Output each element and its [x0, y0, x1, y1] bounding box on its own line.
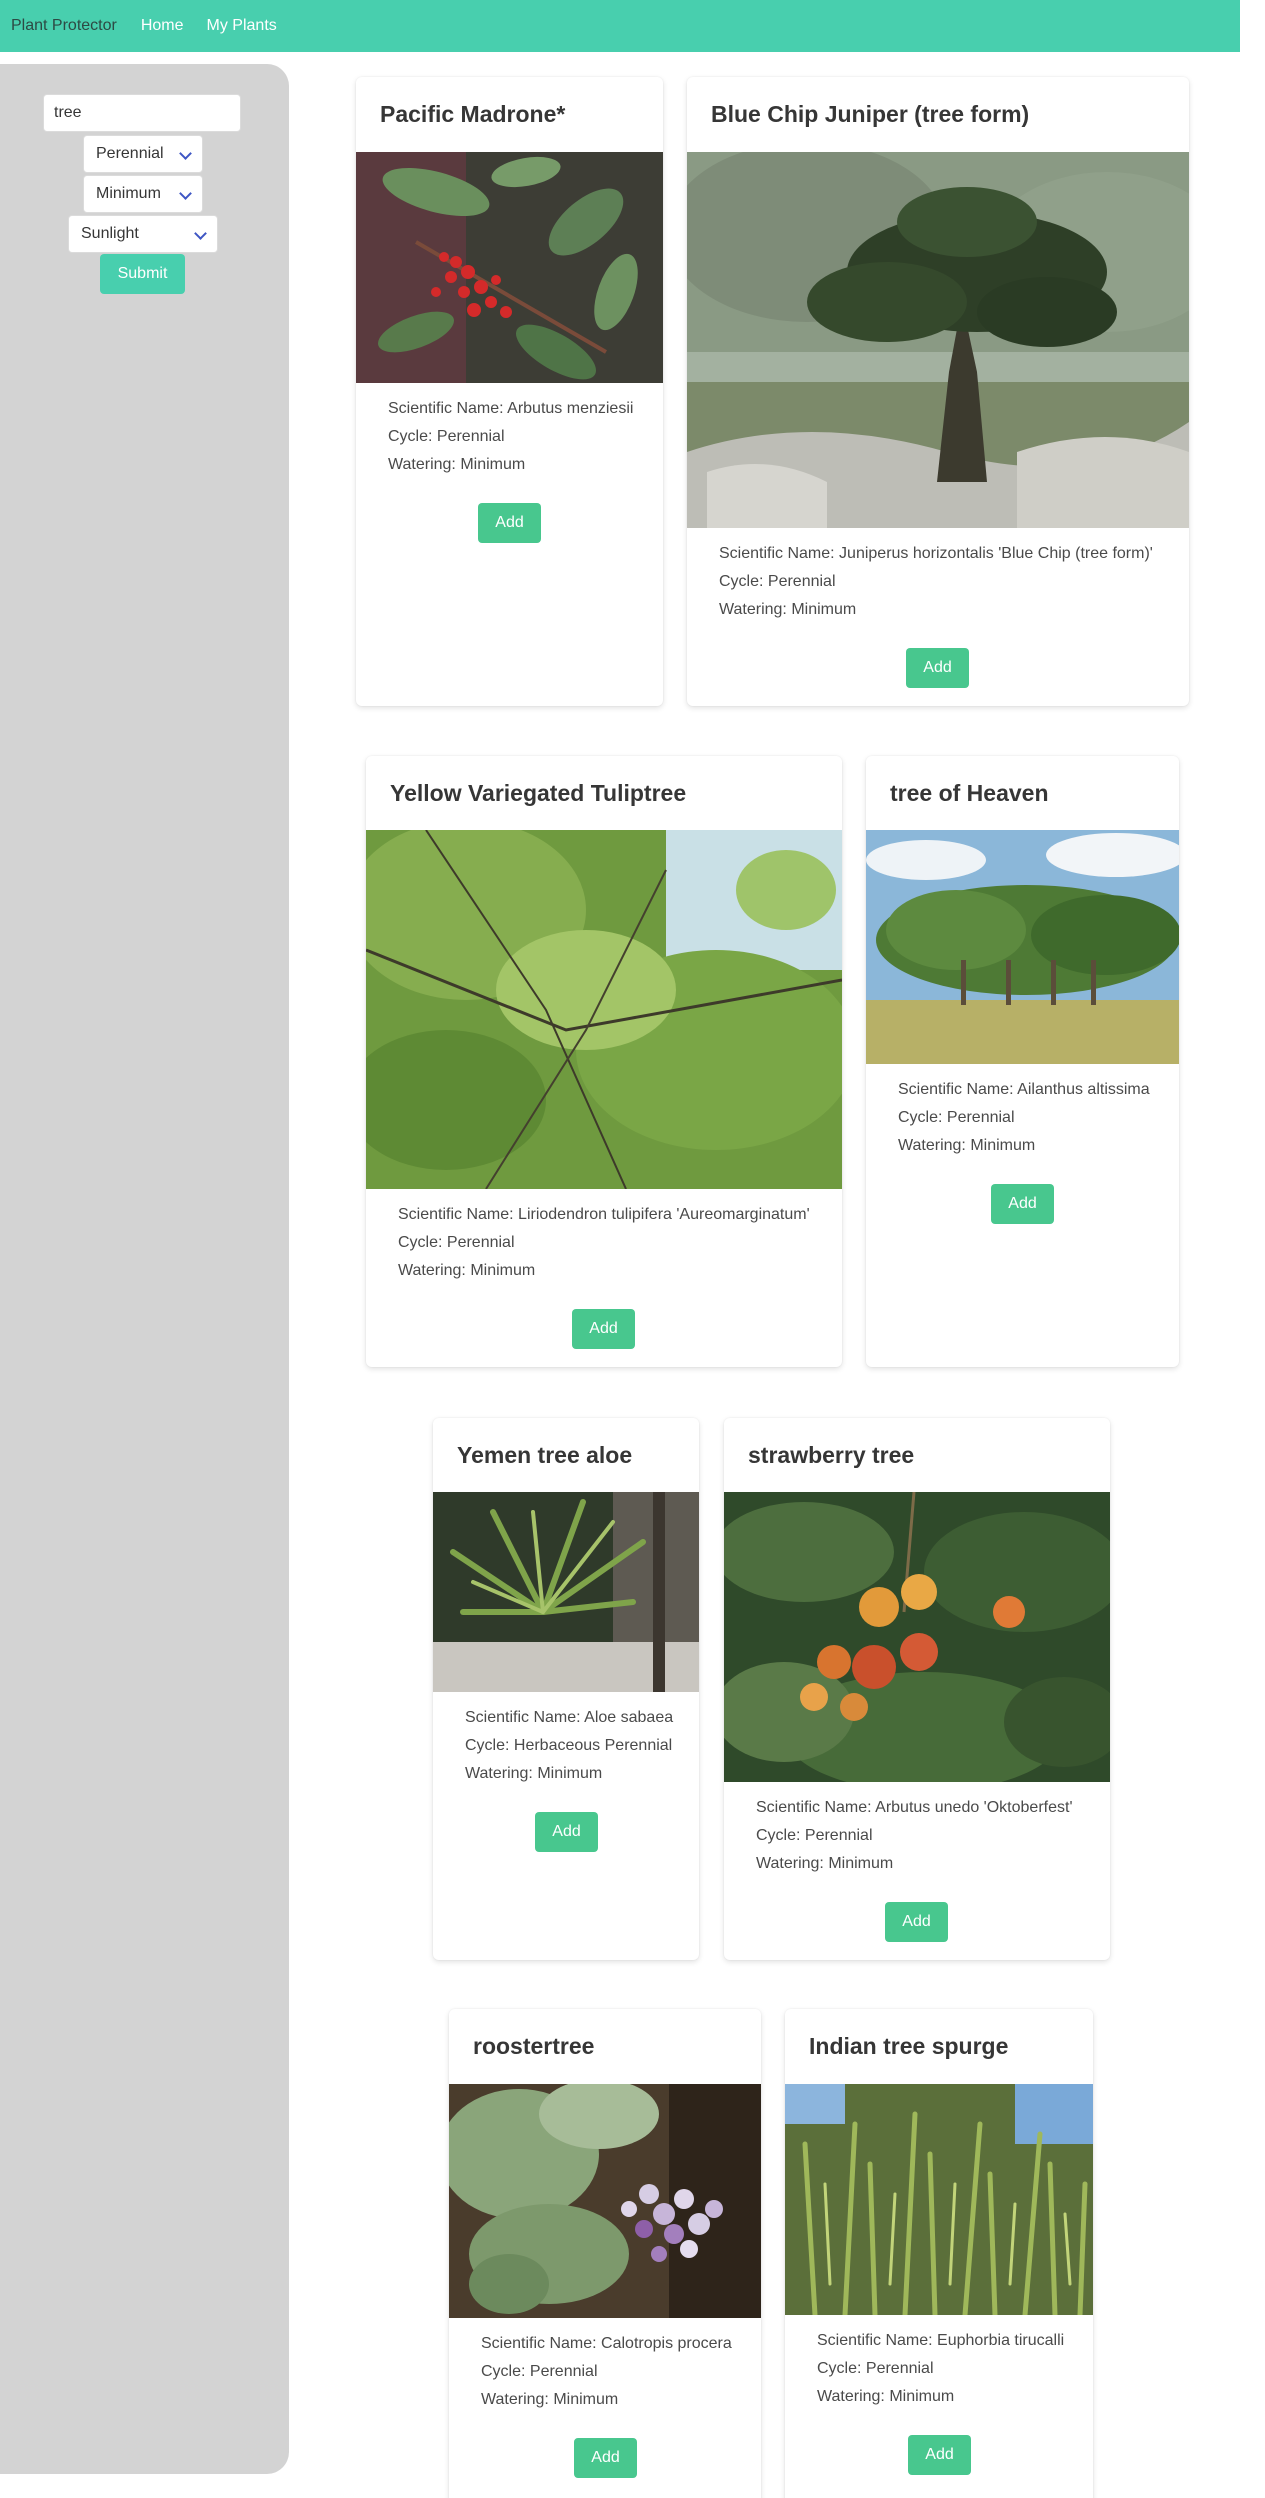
scientific-name: Scientific Name: Calotropis procera	[481, 2335, 732, 2352]
scientific-name: Scientific Name: Euphorbia tirucalli	[817, 2332, 1065, 2349]
plant-title: tree of Heaven	[890, 780, 1049, 806]
plant-details: Scientific Name: Arbutus unedo 'Oktoberf…	[756, 1794, 1073, 1878]
cycle-text: Cycle: Perennial	[388, 428, 505, 445]
watering-text: Watering: Minimum	[398, 1262, 536, 1279]
plant-title: Yemen tree aloe	[457, 1442, 633, 1468]
plant-card: roostertree Scientific Name: Calotropis …	[449, 2009, 761, 2498]
nav-my-plants-link[interactable]: My Plants	[207, 17, 277, 35]
plant-image	[449, 2084, 761, 2318]
cycle-text: Cycle: Perennial	[756, 1827, 873, 1844]
watering-select[interactable]: Minimum	[83, 175, 203, 213]
cycle-select[interactable]: Perennial	[83, 135, 203, 173]
watering-text: Watering: Minimum	[388, 456, 526, 473]
chevron-down-icon	[179, 187, 192, 200]
scientific-name: Scientific Name: Arbutus menziesii	[388, 400, 634, 417]
plant-image	[785, 2084, 1093, 2315]
plant-card: Pacific Madrone* Scientific Name: Arbutu…	[356, 77, 663, 706]
scientific-name: Scientific Name: Aloe sabaea	[465, 1709, 674, 1726]
cycle-text: Cycle: Perennial	[481, 2363, 598, 2380]
plant-title: roostertree	[473, 2033, 595, 2059]
add-button[interactable]: Add	[908, 2435, 971, 2475]
plant-card: Yellow Variegated Tuliptree Scientific N…	[366, 756, 842, 1367]
cycle-text: Cycle: Perennial	[398, 1234, 515, 1251]
cycle-select-value: Perennial	[96, 145, 164, 162]
plant-title: Indian tree spurge	[809, 2033, 1009, 2059]
add-button[interactable]: Add	[572, 1309, 635, 1349]
plant-details: Scientific Name: Calotropis procera Cycl…	[481, 2330, 732, 2414]
plant-title: Blue Chip Juniper (tree form)	[711, 101, 1030, 127]
plant-card: Yemen tree aloe Scientific Name: Aloe sa…	[433, 1418, 699, 1960]
plant-image	[366, 830, 842, 1189]
cycle-text: Cycle: Perennial	[898, 1109, 1015, 1126]
search-input[interactable]	[43, 94, 241, 132]
plant-card: strawberry tree Scientific Name: Arbutus…	[724, 1418, 1110, 1960]
plant-image	[724, 1492, 1110, 1782]
sunlight-select[interactable]: Sunlight	[68, 215, 218, 253]
watering-text: Watering: Minimum	[817, 2388, 955, 2405]
filter-sidebar: Perennial Minimum Sunlight Submit	[0, 64, 289, 2474]
plant-details: Scientific Name: Ailanthus altissima Cyc…	[898, 1076, 1150, 1160]
add-button[interactable]: Add	[885, 1902, 948, 1942]
add-button[interactable]: Add	[991, 1184, 1054, 1224]
add-button[interactable]: Add	[535, 1812, 598, 1852]
watering-text: Watering: Minimum	[719, 601, 857, 618]
scientific-name: Scientific Name: Ailanthus altissima	[898, 1081, 1150, 1098]
watering-text: Watering: Minimum	[481, 2391, 619, 2408]
plant-details: Scientific Name: Aloe sabaea Cycle: Herb…	[465, 1704, 673, 1788]
submit-button[interactable]: Submit	[100, 254, 185, 294]
watering-text: Watering: Minimum	[756, 1855, 894, 1872]
add-button[interactable]: Add	[574, 2438, 637, 2478]
plant-card: Indian tree spurge Scientific Name: Euph…	[785, 2009, 1093, 2498]
cycle-text: Cycle: Herbaceous Perennial	[465, 1737, 673, 1754]
plant-title: strawberry tree	[748, 1442, 915, 1468]
add-button[interactable]: Add	[906, 648, 969, 688]
scientific-name: Scientific Name: Liriodendron tulipifera…	[398, 1206, 810, 1223]
watering-select-value: Minimum	[96, 185, 161, 202]
add-button[interactable]: Add	[478, 503, 541, 543]
nav-home-link[interactable]: Home	[141, 17, 184, 35]
sunlight-select-value: Sunlight	[81, 225, 139, 242]
plant-details: Scientific Name: Juniperus horizontalis …	[719, 540, 1153, 624]
brand-link[interactable]: Plant Protector	[11, 17, 117, 35]
plant-title: Pacific Madrone*	[380, 101, 566, 127]
navbar: Plant Protector Home My Plants	[0, 0, 1240, 52]
scientific-name: Scientific Name: Juniperus horizontalis …	[719, 545, 1153, 562]
plant-card: tree of Heaven Scientific Name: Ailanthu…	[866, 756, 1179, 1367]
plant-details: Scientific Name: Euphorbia tirucalli Cyc…	[817, 2327, 1064, 2411]
plant-card: Blue Chip Juniper (tree form) Scientific…	[687, 77, 1189, 706]
watering-text: Watering: Minimum	[465, 1765, 603, 1782]
watering-text: Watering: Minimum	[898, 1137, 1036, 1154]
plant-image	[356, 152, 663, 383]
plant-title: Yellow Variegated Tuliptree	[390, 780, 687, 806]
plant-image	[687, 152, 1189, 528]
cycle-text: Cycle: Perennial	[719, 573, 836, 590]
plant-image	[433, 1492, 699, 1692]
plant-details: Scientific Name: Arbutus menziesii Cycle…	[388, 395, 633, 479]
plant-image	[866, 830, 1179, 1064]
chevron-down-icon	[194, 227, 207, 240]
chevron-down-icon	[179, 147, 192, 160]
plant-details: Scientific Name: Liriodendron tulipifera…	[398, 1201, 810, 1285]
scientific-name: Scientific Name: Arbutus unedo 'Oktoberf…	[756, 1799, 1073, 1816]
cycle-text: Cycle: Perennial	[817, 2360, 934, 2377]
